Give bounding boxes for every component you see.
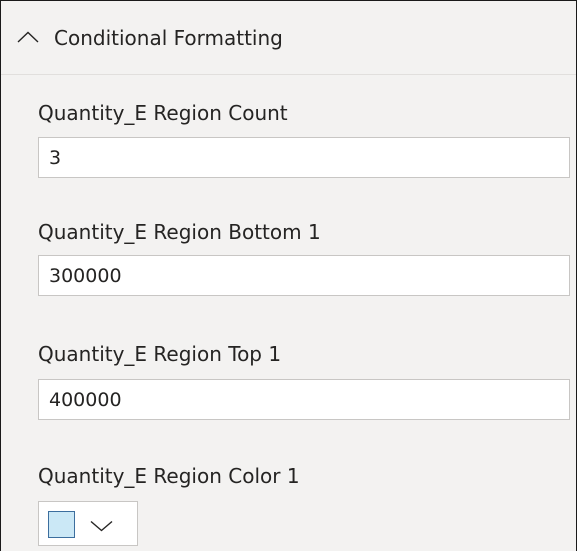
region-color-1-picker[interactable]: [38, 501, 138, 546]
region-top-1-input[interactable]: [38, 379, 570, 420]
region-count-input[interactable]: [38, 137, 570, 178]
region-top-1-label: Quantity_E Region Top 1: [38, 342, 282, 366]
conditional-formatting-header[interactable]: Conditional Formatting: [1, 1, 576, 75]
format-pane: Conditional Formatting Quantity_E Region…: [0, 0, 577, 551]
section-title: Conditional Formatting: [54, 26, 283, 50]
chevron-down-icon: [90, 520, 113, 532]
color-swatch: [48, 511, 75, 538]
region-bottom-1-input[interactable]: [38, 255, 570, 296]
region-bottom-1-label: Quantity_E Region Bottom 1: [38, 220, 321, 244]
region-count-label: Quantity_E Region Count: [38, 101, 288, 125]
region-color-1-label: Quantity_E Region Color 1: [38, 464, 300, 488]
chevron-up-icon[interactable]: [17, 31, 39, 43]
